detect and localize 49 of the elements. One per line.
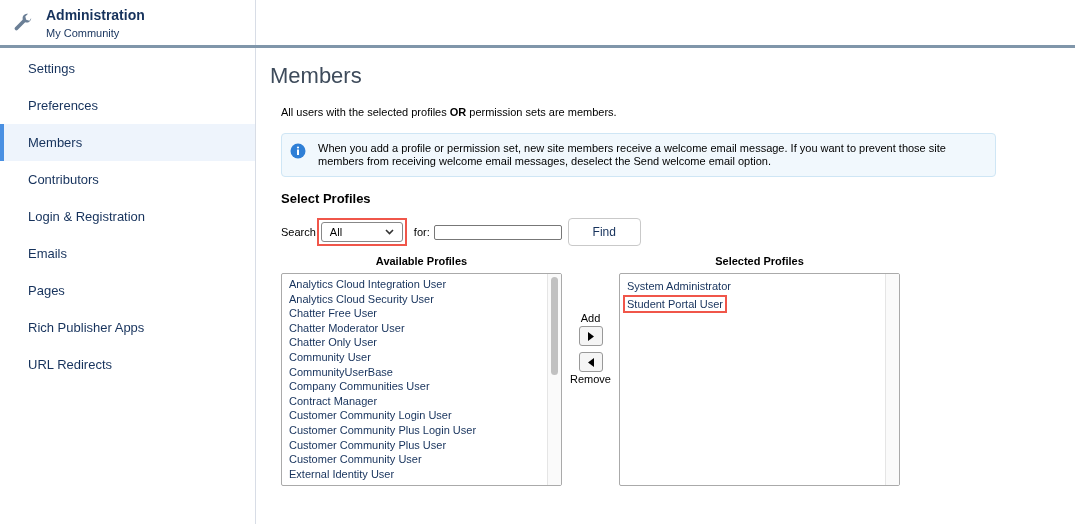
remove-label: Remove <box>570 373 611 386</box>
selected-profiles-list[interactable]: System Administrator Student Portal User <box>619 273 900 486</box>
list-item[interactable]: Analytics Cloud Security User <box>289 291 547 307</box>
list-item[interactable]: Community User <box>289 349 547 365</box>
section-title: Select Profiles <box>281 189 372 208</box>
sidebar-item[interactable]: Settings <box>0 50 255 87</box>
list-title: Available Profiles <box>374 254 469 268</box>
intro-text: All users with the selected profiles OR permission sets are members. <box>281 105 618 120</box>
chevron-down-icon <box>384 229 394 235</box>
scrollbar-thumb[interactable] <box>551 277 558 375</box>
list-item[interactable]: Customer Community User <box>289 452 547 467</box>
sidebar-item[interactable]: Contributors <box>0 161 255 198</box>
list-item[interactable]: Chatter Free User <box>289 306 547 321</box>
list-item[interactable]: Company Communities User <box>289 379 547 394</box>
triangle-left-icon <box>587 357 594 367</box>
for-label: for: <box>413 224 430 240</box>
list-item[interactable]: System Administrator <box>623 277 735 295</box>
sidebar-item[interactable]: URL Redirects <box>0 346 255 383</box>
sidebar-item[interactable]: Login & Registration <box>0 198 255 235</box>
page-title: Members <box>270 62 363 90</box>
list-item[interactable]: Chatter Only User <box>289 335 547 350</box>
list-item[interactable]: CommunityUserBase <box>289 364 547 380</box>
sidebar-item[interactable]: Rich Publisher Apps <box>0 309 255 346</box>
search-input[interactable] <box>433 224 562 240</box>
triangle-right-icon <box>587 331 594 341</box>
search-label: Search <box>281 224 316 240</box>
add-label: Add <box>580 312 601 325</box>
info-icon <box>290 142 306 159</box>
sidebar-item[interactable]: Members <box>0 124 255 161</box>
header-title: Administration <box>46 5 145 25</box>
list-title: Selected Profiles <box>714 254 805 268</box>
list-item[interactable]: Chatter Moderator User <box>289 320 547 336</box>
sidebar-item[interactable]: Preferences <box>0 87 255 124</box>
find-button[interactable]: Find <box>567 218 641 246</box>
sidebar-item[interactable]: Pages <box>0 272 255 309</box>
available-profiles-list[interactable] <box>281 273 562 486</box>
list-item[interactable]: Customer Community Plus Login User <box>289 422 547 438</box>
search-dropdown[interactable]: All <box>320 222 403 242</box>
sidebar-item[interactable]: Emails <box>0 235 255 272</box>
list-item[interactable]: Student Portal User <box>623 295 727 313</box>
info-text: When you add a profile or permission set, new site members receive a welcome email message. If you want to prevent those site members from receiving welcome email messages, deselect the Send welcome email option. <box>317 141 947 168</box>
list-item[interactable]: Customer Community Plus User <box>289 437 547 453</box>
list-item[interactable]: Contract Manager <box>289 393 547 409</box>
header-subtitle: My Community <box>46 25 121 41</box>
list-item[interactable]: Customer Community Login User <box>289 408 547 423</box>
list-item[interactable]: External Identity User <box>289 466 547 482</box>
list-item[interactable]: Analytics Cloud Integration User <box>289 277 547 292</box>
remove-button[interactable] <box>578 352 603 372</box>
add-button[interactable] <box>578 326 603 346</box>
